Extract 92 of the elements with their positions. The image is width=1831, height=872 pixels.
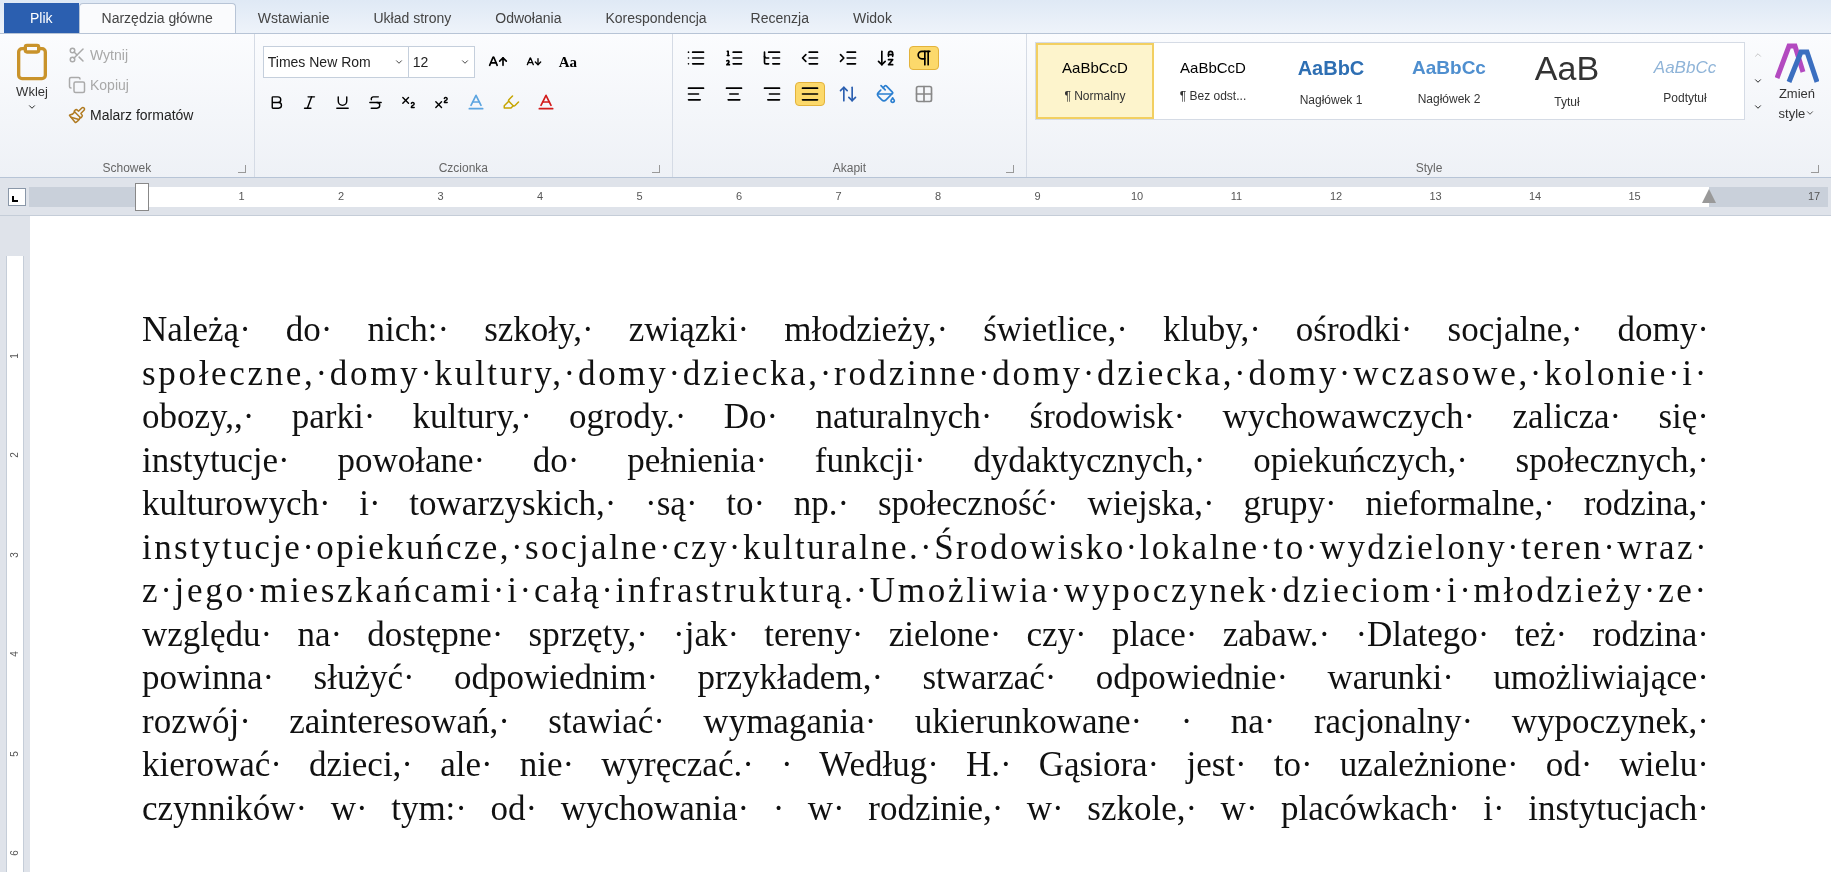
show-marks-button[interactable] <box>908 46 939 70</box>
ruler-number: 11 <box>1230 189 1243 205</box>
ruler-number: 9 <box>1034 189 1041 205</box>
style-item[interactable]: AaBbCc Podtytuł <box>1626 43 1744 119</box>
caret-icon <box>1753 76 1763 86</box>
caret-icon <box>459 57 470 67</box>
paintbrush-icon <box>68 106 86 124</box>
underline-icon <box>333 93 351 111</box>
ribbon-tab[interactable]: Narzędzia główne <box>78 3 236 33</box>
ruler-number: 10 <box>1130 189 1144 205</box>
change-case-button[interactable]: Aa <box>554 50 582 74</box>
ribbon-tab[interactable]: Wstawianie <box>235 3 352 33</box>
ruler-number: 17 <box>1808 189 1821 205</box>
dialog-launcher-icon[interactable] <box>237 165 246 173</box>
ruler-number: 4 <box>536 189 544 205</box>
ruler-number: 15 <box>1628 189 1641 205</box>
document-line: względu· na· dostępne· sprzęty,· ·jak· tereny· zielone· czy· place· zabaw.· ·Dlatego· też· rodzina· <box>142 613 1709 656</box>
align-icon <box>685 84 706 104</box>
ribbon-tab[interactable]: Recenzja <box>728 3 831 33</box>
copy-icon <box>68 76 86 94</box>
align-icon <box>799 84 820 104</box>
ruler-number: 5 <box>636 189 643 205</box>
font-name-field[interactable]: Times New Rom <box>262 46 409 78</box>
group-label: Schowek <box>102 160 152 177</box>
ruler-number: 3 <box>8 551 22 558</box>
caret-icon <box>1753 50 1763 60</box>
outdent-icon <box>799 48 820 68</box>
ruler-number: 1 <box>8 352 22 359</box>
ruler-number: 1 <box>238 189 245 205</box>
document-line: obozy,,· parki· kultury,· ogrody.· Do· naturalnych· środowisk· wychowawczych· zalicza· się· <box>142 396 1709 438</box>
sort-icon <box>875 48 896 68</box>
numbered-list-icon <box>723 48 744 68</box>
ruler-number: 7 <box>835 189 842 205</box>
dialog-launcher-icon[interactable] <box>651 165 660 173</box>
dialog-launcher-icon[interactable] <box>1006 165 1014 173</box>
ribbon-tab[interactable]: Odwołania <box>473 3 584 33</box>
bullet-list-icon <box>685 48 706 68</box>
up-down-arrow-icon <box>837 84 858 104</box>
ruler-number: 12 <box>1329 189 1343 205</box>
group-label: Czcionka <box>438 160 488 177</box>
ruler-number: 6 <box>735 189 743 205</box>
paste-button[interactable]: Wklej <box>4 42 60 128</box>
align-icon <box>723 84 744 104</box>
dialog-launcher-icon[interactable] <box>1811 165 1819 173</box>
style-item[interactable]: AaBbCcD ¶ Bez odst... <box>1154 43 1272 119</box>
ruler-number: 8 <box>934 189 942 205</box>
group-label: Style <box>1415 160 1443 177</box>
document-line: czynników· w· tym:· od· wychowania· · w· rodzinie,· w· szkole,· w· placówkach· i· instytucjach· <box>142 787 1709 830</box>
ruler-number: 5 <box>8 750 22 757</box>
ruler-number: 6 <box>8 850 22 856</box>
scissors-icon <box>68 46 86 64</box>
ruler-number: 2 <box>337 189 345 205</box>
grid-icon <box>913 84 934 104</box>
tab-selector-button[interactable] <box>8 187 26 206</box>
document-line: kierować· dzieci,· ale· nie· wyręczać.· · Według· H.· Gąsiora· jest· to· uzależnione· od· wielu· <box>142 744 1709 786</box>
group-label: Akapit <box>832 160 867 177</box>
document-line: instytucje· powołane· do· pełnienia· funkcji· dydaktycznych,· opiekuńczych,· społecznych,· <box>142 439 1709 482</box>
right-indent-marker-icon[interactable] <box>1701 188 1716 203</box>
document-line: Należą· do· nich:· szkoły,· związki· młodzieży,· świetlice,· kluby,· ośrodki· socjalne,· domy· <box>142 309 1709 351</box>
indent-marker-icon[interactable] <box>135 182 149 211</box>
strikethrough-icon <box>366 93 384 111</box>
ruler-number: 14 <box>1528 189 1542 205</box>
document-line: powinna· służyć· odpowiednim· przykładem,· stwarzać· odpowiednie· warunki· umożliwiające· <box>142 657 1709 699</box>
document-line: społeczne,·domy·kultury,·domy·dziecka,·rodzinne·domy·dziecka,·domy·wczasowe,·kolonie·i· <box>142 352 1709 395</box>
style-item[interactable]: AaBbCc Nagłówek 2 <box>1390 43 1508 119</box>
font-size-field[interactable]: 12 <box>408 46 475 78</box>
document-line: rozwój· zainteresowań,· stawiać· wymagania· ukierunkowane· · na· racjonalny· wypoczynek,· <box>142 700 1709 743</box>
document-line: z·jego·mieszkańcami·i·całą·infrastrukturą.·Umożliwia·wypoczynek·dzieciom·i·młodzieży·ze· <box>142 570 1709 612</box>
clipboard-item[interactable]: Malarz formatów <box>68 102 194 128</box>
ribbon-tab[interactable]: Układ strony <box>351 3 474 33</box>
style-item[interactable]: AaBbCcD ¶ Normalny <box>1036 43 1154 119</box>
style-item[interactable]: AaBbC Nagłówek 1 <box>1272 43 1390 119</box>
styles-icon <box>1775 42 1819 84</box>
ribbon-tab[interactable]: Korespondencja <box>583 3 729 33</box>
change-styles-button[interactable]: Zmień style <box>1771 42 1823 123</box>
highlighter-icon <box>501 93 520 111</box>
caret-icon <box>393 57 404 67</box>
ruler-number: 3 <box>437 189 444 205</box>
ruler-number: 2 <box>8 452 22 458</box>
document-line: instytucje·opiekuńcze,·socjalne·czy·kulturalne.·Środowisko·lokalne·to·wydzielony·teren·wraz· <box>142 526 1709 569</box>
ruler-number: 13 <box>1429 189 1442 205</box>
paint-bucket-icon <box>875 84 896 104</box>
ribbon-tab[interactable]: Widok <box>831 3 914 33</box>
caret-icon <box>1753 102 1763 112</box>
indent-icon <box>837 48 858 68</box>
file-tab[interactable]: Plik <box>4 3 79 33</box>
align-button[interactable] <box>794 82 825 106</box>
align-icon <box>761 84 782 104</box>
ruler-number: 4 <box>8 651 22 657</box>
multilevel-list-icon <box>761 48 782 68</box>
style-item[interactable]: AaB Tytuł <box>1508 43 1626 119</box>
document-line: kulturowych· i· towarzyskich,· ·są· to· np.· społeczność· wiejska,· grupy· nieformalne,· rodzina,· <box>142 483 1709 525</box>
